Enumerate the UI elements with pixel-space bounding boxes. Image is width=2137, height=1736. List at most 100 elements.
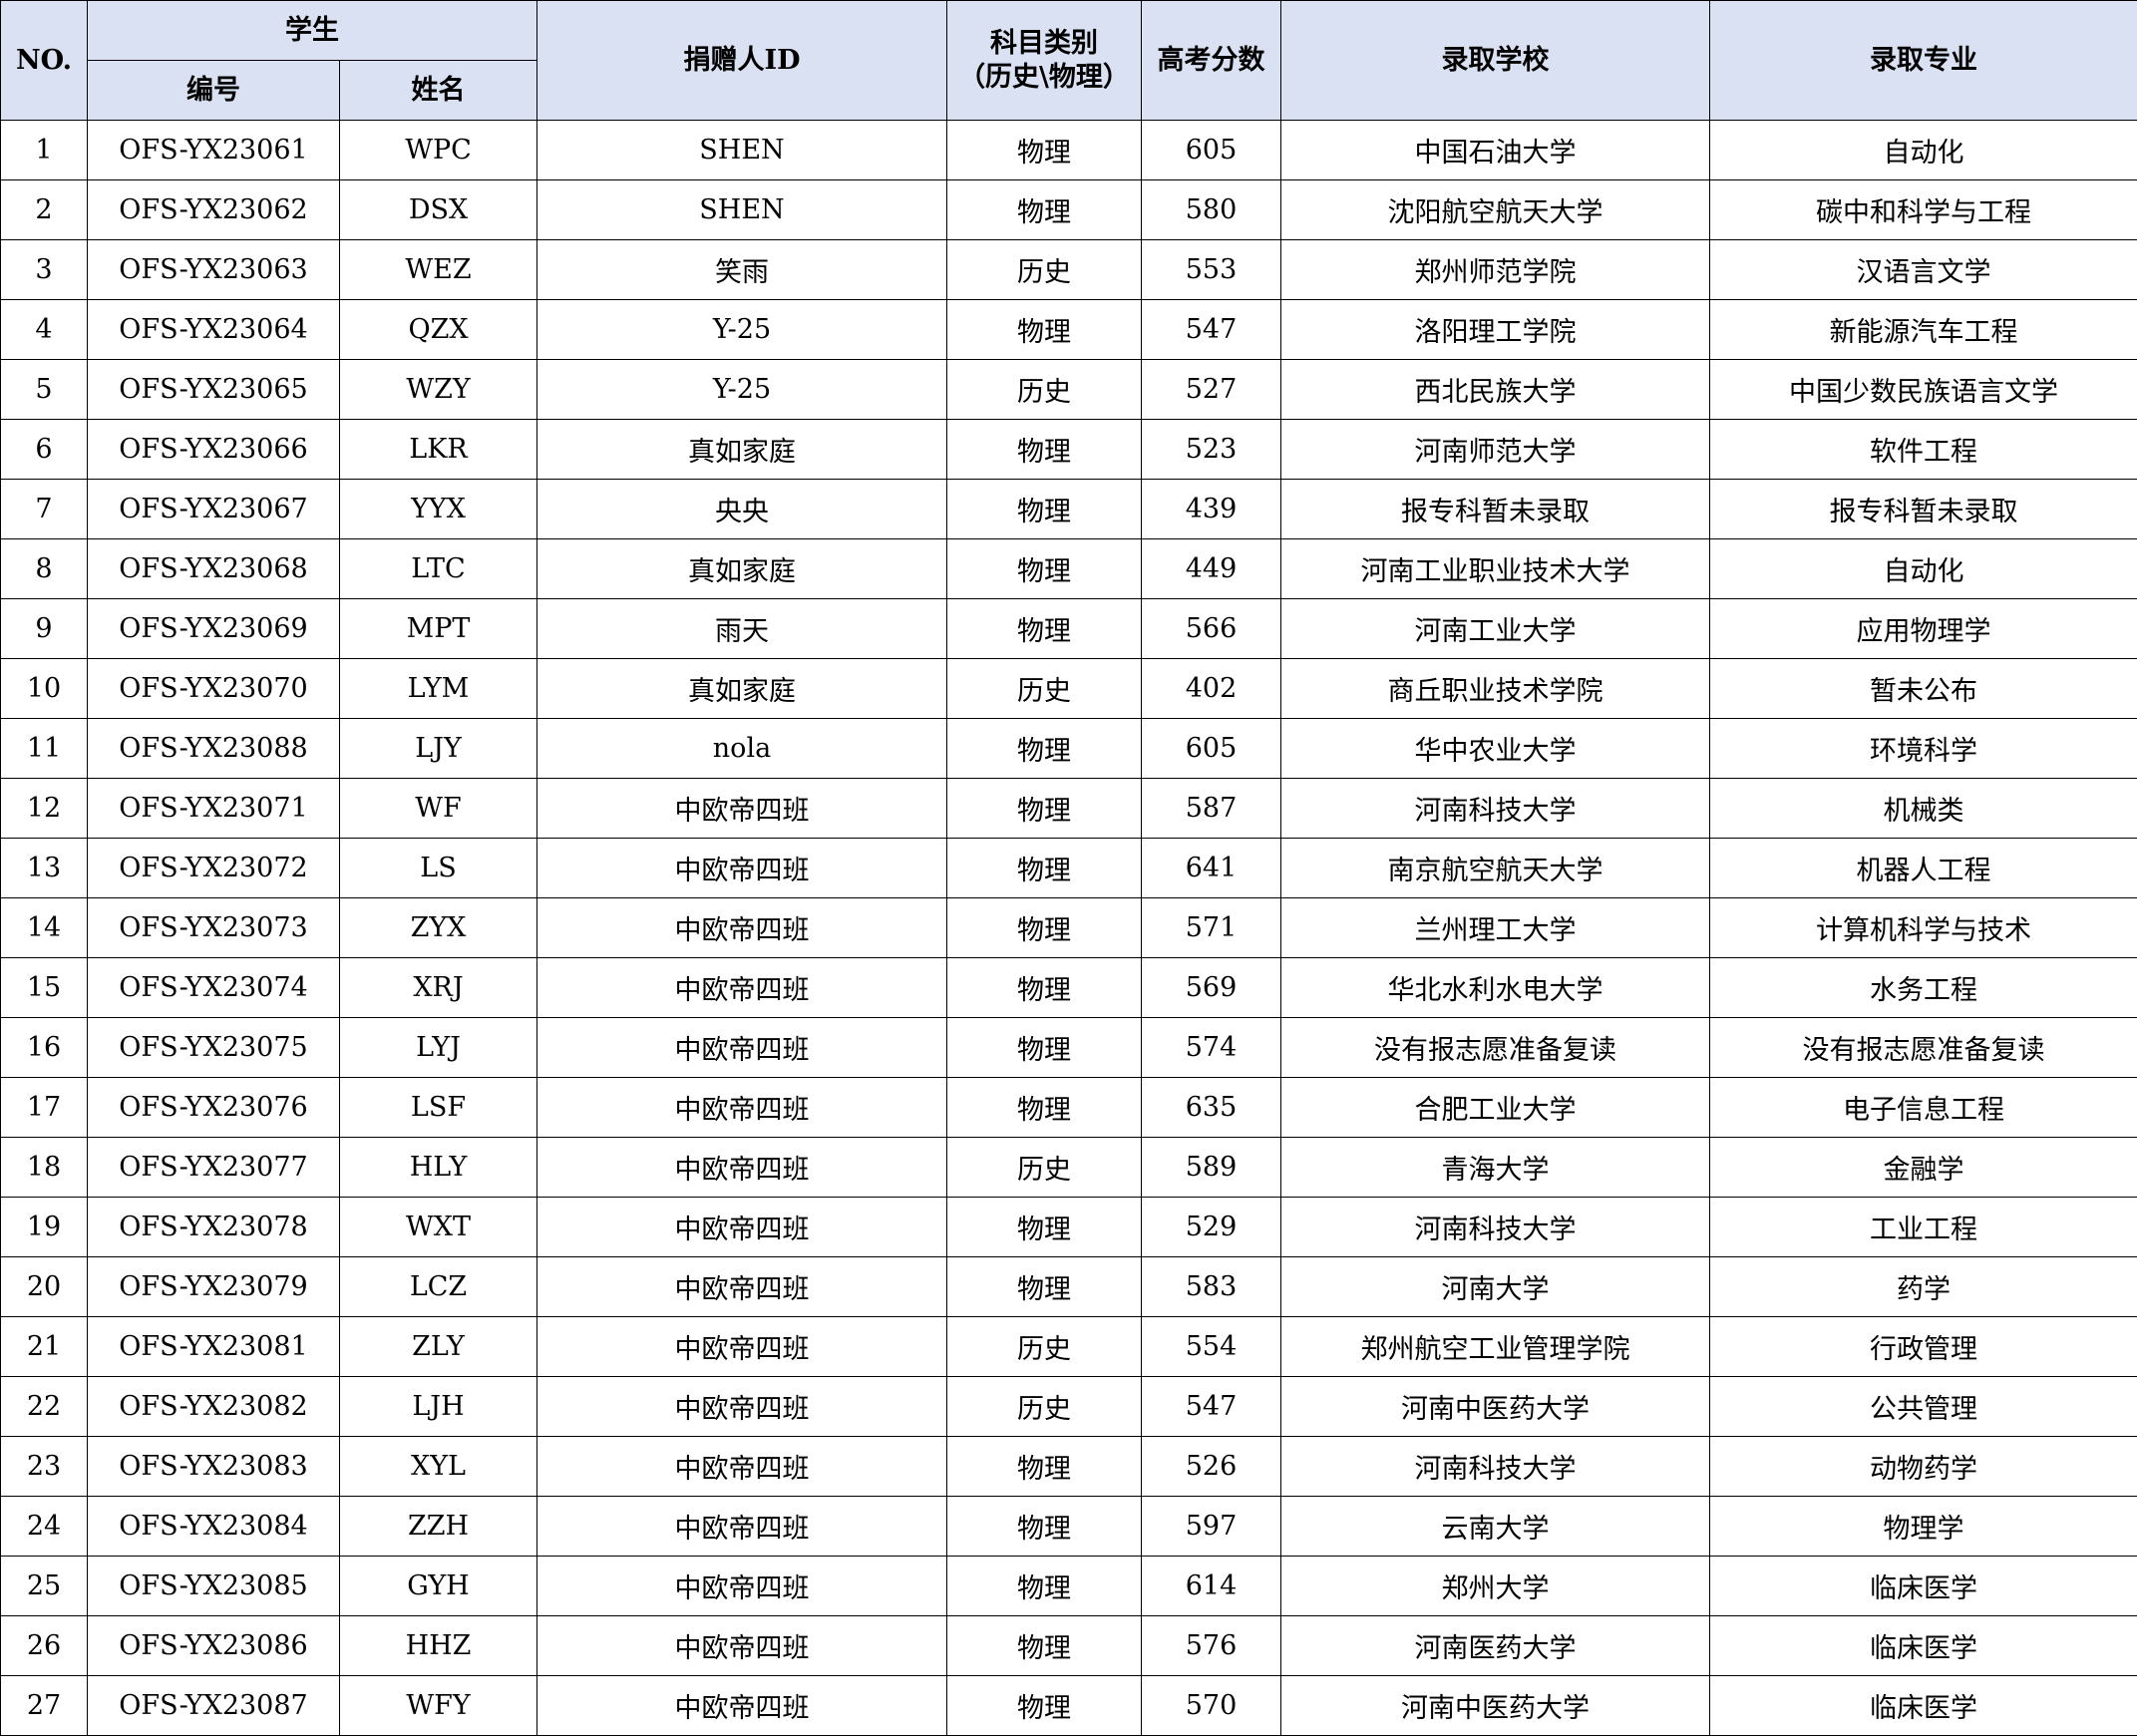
cell-score: 523 xyxy=(1141,419,1281,480)
cell-donor-id: 中欧帝四班 xyxy=(536,838,947,898)
cell-student-id: OFS-YX23087 xyxy=(87,1675,340,1736)
cell-student-id: OFS-YX23084 xyxy=(87,1496,340,1557)
cell-subject: 物理 xyxy=(946,598,1142,659)
cell-school: 郑州师范学院 xyxy=(1280,239,1710,300)
cell-student-id: OFS-YX23088 xyxy=(87,718,340,779)
cell-donor-id: 真如家庭 xyxy=(536,538,947,599)
header-no: NO. xyxy=(0,0,88,121)
cell-no: 20 xyxy=(0,1256,88,1317)
cell-donor-id: 真如家庭 xyxy=(536,658,947,719)
cell-school: 郑州航空工业管理学院 xyxy=(1280,1316,1710,1377)
cell-school: 华中农业大学 xyxy=(1280,718,1710,779)
cell-school: 郑州大学 xyxy=(1280,1556,1710,1616)
cell-no: 7 xyxy=(0,479,88,539)
cell-major: 行政管理 xyxy=(1709,1316,2137,1377)
cell-score: 402 xyxy=(1141,658,1281,719)
cell-no: 13 xyxy=(0,838,88,898)
cell-student-id: OFS-YX23086 xyxy=(87,1615,340,1676)
cell-student-name: WPC xyxy=(339,120,537,180)
cell-major: 物理学 xyxy=(1709,1496,2137,1557)
table-row: 10 OFS-YX23070 LYM 真如家庭 历史 402 商丘职业技术学院 暂未公布 xyxy=(0,658,2137,719)
cell-student-id: OFS-YX23061 xyxy=(87,120,340,180)
cell-no: 10 xyxy=(0,658,88,719)
cell-student-name: HLY xyxy=(339,1137,537,1198)
cell-school: 西北民族大学 xyxy=(1280,359,1710,420)
cell-student-id: OFS-YX23082 xyxy=(87,1376,340,1437)
cell-school: 沈阳航空航天大学 xyxy=(1280,179,1710,240)
cell-student-id: OFS-YX23070 xyxy=(87,658,340,719)
cell-student-id: OFS-YX23064 xyxy=(87,299,340,360)
cell-no: 22 xyxy=(0,1376,88,1437)
table-row: 5 OFS-YX23065 WZY Y-25 历史 527 西北民族大学 中国少数民族语言文学 xyxy=(0,359,2137,420)
table-row: 25 OFS-YX23085 GYH 中欧帝四班 物理 614 郑州大学 临床医学 xyxy=(0,1556,2137,1616)
cell-school: 没有报志愿准备复读 xyxy=(1280,1017,1710,1078)
cell-score: 570 xyxy=(1141,1675,1281,1736)
table-row: 16 OFS-YX23075 LYJ 中欧帝四班 物理 574 没有报志愿准备复读 没有报志愿… xyxy=(0,1017,2137,1078)
cell-student-id: OFS-YX23085 xyxy=(87,1556,340,1616)
cell-student-name: GYH xyxy=(339,1556,537,1616)
cell-donor-id: 中欧帝四班 xyxy=(536,1436,947,1497)
cell-no: 5 xyxy=(0,359,88,420)
cell-school: 河南中医药大学 xyxy=(1280,1376,1710,1437)
cell-no: 9 xyxy=(0,598,88,659)
cell-subject: 物理 xyxy=(946,957,1142,1018)
table-row: 22 OFS-YX23082 LJH 中欧帝四班 历史 547 河南中医药大学 公共管理 xyxy=(0,1376,2137,1437)
cell-major: 工业工程 xyxy=(1709,1197,2137,1257)
cell-student-id: OFS-YX23081 xyxy=(87,1316,340,1377)
cell-school: 河南科技大学 xyxy=(1280,1197,1710,1257)
cell-subject: 物理 xyxy=(946,179,1142,240)
cell-major: 中国少数民族语言文学 xyxy=(1709,359,2137,420)
table-row: 2 OFS-YX23062 DSX SHEN 物理 580 沈阳航空航天大学 碳中和科学与工程 xyxy=(0,179,2137,240)
table-body: 1 OFS-YX23061 WPC SHEN 物理 605 中国石油大学 自动化 2 OFS-YX… xyxy=(0,120,2137,1736)
table-row: 23 OFS-YX23083 XYL 中欧帝四班 物理 526 河南科技大学 动物药学 xyxy=(0,1436,2137,1497)
header-subject-line2: （历史\物理） xyxy=(958,61,1130,93)
cell-major: 药学 xyxy=(1709,1256,2137,1317)
cell-score: 439 xyxy=(1141,479,1281,539)
table-row: 7 OFS-YX23067 YYX 央央 物理 439 报专科暂未录取 报专科暂未录取 xyxy=(0,479,2137,539)
header-school: 录取学校 xyxy=(1280,0,1710,121)
header-subject-line1: 科目类别 xyxy=(990,27,1098,59)
cell-subject: 物理 xyxy=(946,479,1142,539)
table-row: 4 OFS-YX23064 QZX Y-25 物理 547 洛阳理工学院 新能源汽车工程 xyxy=(0,299,2137,360)
header-donor-id: 捐赠人ID xyxy=(536,0,947,121)
cell-no: 25 xyxy=(0,1556,88,1616)
cell-major: 没有报志愿准备复读 xyxy=(1709,1017,2137,1078)
cell-no: 11 xyxy=(0,718,88,779)
cell-major: 自动化 xyxy=(1709,538,2137,599)
cell-subject: 物理 xyxy=(946,1017,1142,1078)
cell-subject: 物理 xyxy=(946,1256,1142,1317)
cell-donor-id: 央央 xyxy=(536,479,947,539)
cell-student-name: LJY xyxy=(339,718,537,779)
cell-school: 河南工业职业技术大学 xyxy=(1280,538,1710,599)
cell-school: 河南中医药大学 xyxy=(1280,1675,1710,1736)
cell-school: 报专科暂未录取 xyxy=(1280,479,1710,539)
header-student-id: 编号 xyxy=(87,60,340,121)
cell-school: 河南工业大学 xyxy=(1280,598,1710,659)
cell-student-name: QZX xyxy=(339,299,537,360)
cell-no: 6 xyxy=(0,419,88,480)
cell-donor-id: 雨天 xyxy=(536,598,947,659)
cell-subject: 物理 xyxy=(946,1436,1142,1497)
table-row: 11 OFS-YX23088 LJY nola 物理 605 华中农业大学 环境科学 xyxy=(0,718,2137,779)
cell-subject: 物理 xyxy=(946,897,1142,958)
cell-donor-id: 中欧帝四班 xyxy=(536,1197,947,1257)
cell-major: 动物药学 xyxy=(1709,1436,2137,1497)
table-row: 1 OFS-YX23061 WPC SHEN 物理 605 中国石油大学 自动化 xyxy=(0,120,2137,180)
cell-no: 12 xyxy=(0,778,88,839)
cell-student-name: DSX xyxy=(339,179,537,240)
table-row: 12 OFS-YX23071 WF 中欧帝四班 物理 587 河南科技大学 机械类 xyxy=(0,778,2137,839)
table-row: 6 OFS-YX23066 LKR 真如家庭 物理 523 河南师范大学 软件工程 xyxy=(0,419,2137,480)
cell-major: 自动化 xyxy=(1709,120,2137,180)
cell-school: 河南科技大学 xyxy=(1280,778,1710,839)
cell-no: 4 xyxy=(0,299,88,360)
cell-major: 暂未公布 xyxy=(1709,658,2137,719)
cell-donor-id: 中欧帝四班 xyxy=(536,778,947,839)
table-row: 24 OFS-YX23084 ZZH 中欧帝四班 物理 597 云南大学 物理学 xyxy=(0,1496,2137,1557)
cell-school: 南京航空航天大学 xyxy=(1280,838,1710,898)
cell-subject: 历史 xyxy=(946,359,1142,420)
cell-subject: 物理 xyxy=(946,1615,1142,1676)
cell-student-name: WFY xyxy=(339,1675,537,1736)
cell-student-name: LTC xyxy=(339,538,537,599)
cell-score: 589 xyxy=(1141,1137,1281,1198)
cell-student-name: LYJ xyxy=(339,1017,537,1078)
